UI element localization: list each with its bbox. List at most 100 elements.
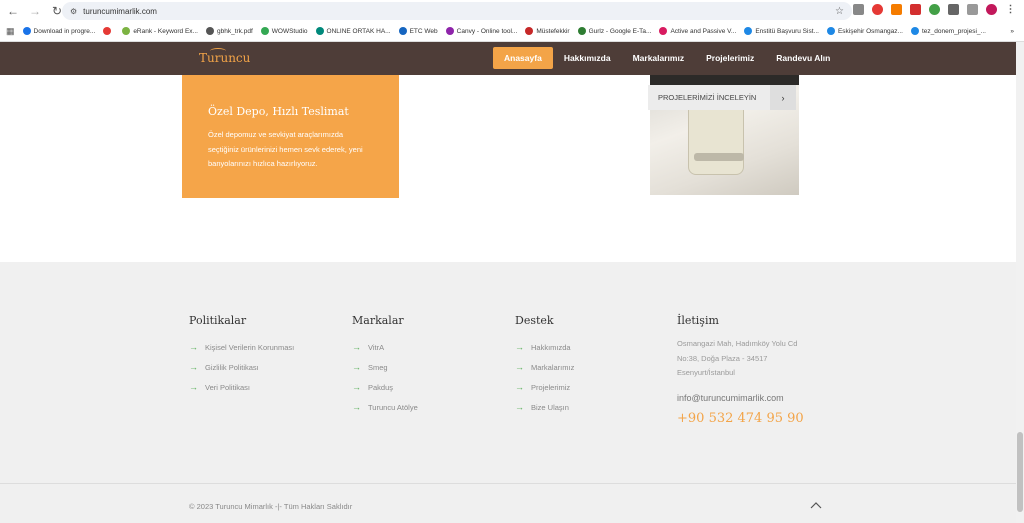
arrow-right-icon: → [515,382,524,392]
scrollbar-thumb[interactable] [1017,432,1023,512]
nav-item[interactable]: Randevu Alın [765,47,841,69]
address-line: Esenyurt/İstanbul [677,368,735,377]
profile-avatar[interactable] [986,4,997,15]
footer-link[interactable]: → Markalarımız [515,357,574,377]
bookmark-item[interactable] [103,27,114,35]
site-logo[interactable]: Turuncu [199,51,250,65]
feature-card: Özel Depo, Hızlı Teslimat Özel depomuz v… [182,75,399,198]
bookmark-favicon-icon [315,27,324,35]
footer-link[interactable]: → Projelerimiz [515,377,574,397]
footer-link-label: VitrA [368,342,385,352]
browser-chrome: ← → ↻ ⚙ turuncumimarlik.com ☆ ⋮ ▦ Downlo… [0,0,1024,42]
nav-item[interactable]: Hakkımızda [553,47,622,69]
bookmarks-more-icon[interactable]: » [1010,28,1024,35]
extension-icon[interactable] [872,4,883,15]
bookmark-favicon-icon [260,27,269,35]
bookmark-item[interactable]: ONLINE ORTAK HA... [315,27,391,35]
extensions-bar: ⋮ [853,4,1016,15]
bookmark-label: Canvy - Online tool... [456,27,518,35]
footer-link-label: Veri Politikası [205,382,251,392]
puzzle-icon[interactable] [948,4,959,15]
bookmark-favicon-icon [103,27,112,35]
page-scrollbar[interactable] [1016,42,1024,523]
bookmarks-bar: ▦ Download in progre... eRank - Keyword E… [0,22,1024,40]
footer-link[interactable]: → VitrA [352,337,418,357]
contact-phone[interactable]: +90 532 474 95 90 [677,411,804,426]
address-line: No:38, Doğa Plaza - 34517 [677,353,768,363]
bookmark-label: Download in progre... [33,27,96,35]
extension-icon[interactable] [853,4,864,15]
footer-link[interactable]: → Pakduş [352,377,418,397]
bookmark-item[interactable]: ETC Web [398,27,438,35]
bookmark-favicon-icon [205,27,214,35]
contact-email[interactable]: info@turuncumimarlik.com [677,393,804,403]
nav-item[interactable]: Markalarımız [622,47,696,69]
url-text: turuncumimarlik.com [83,6,157,16]
apps-grid-icon[interactable]: ▦ [6,26,15,37]
forward-icon[interactable]: → [28,4,42,18]
footer-link[interactable]: → Hakkımızda [515,337,574,357]
arrow-right-icon: → [352,362,361,372]
bookmark-favicon-icon [22,27,31,35]
bookmark-favicon-icon [525,27,534,35]
footer-link[interactable]: → Smeg [352,357,418,377]
footer-link[interactable]: → Kişisel Verilerin Korunması [189,337,294,357]
footer-column: Politikalar → Kişisel Verilerin Korunması →… [189,314,294,397]
footer-link-label: Smeg [368,362,388,372]
contact-address: Osmangazi Mah, Hadımköy Yolu Cd No:38, Do… [677,337,804,381]
back-icon[interactable]: ← [6,4,20,18]
bookmark-item[interactable]: WOWStudio [260,27,308,35]
bookmark-item[interactable]: Müstefekkir [525,27,570,35]
projects-button-label: PROJELERİMİZİ İNCELEYİN [658,93,757,102]
address-bar[interactable]: ⚙ turuncumimarlik.com ☆ [62,2,852,20]
footer-link-label: Projelerimiz [531,382,571,392]
star-icon[interactable]: ☆ [835,6,844,17]
arrow-right-icon: → [515,402,524,412]
bookmark-item[interactable]: Active and Passive V... [659,27,736,35]
bookmark-label: Gurlz - Google E-Ta... [588,27,652,35]
site-header: Turuncu Anasayfa Hakkımızda Markalarımız Pr… [0,42,1024,75]
footer-column-title: Markalar [352,314,404,327]
arrow-right-icon: → [515,342,524,352]
footer-link-label: Pakduş [368,382,394,392]
footer-column: Markalar → VitrA → Smeg → Pakduş → Turuncu Atöly… [352,314,418,417]
bookmark-favicon-icon [744,27,753,35]
bookmark-label: WOWStudio [271,27,308,35]
footer-link[interactable]: → Turuncu Atölye [352,397,418,417]
footer-link-label: Turuncu Atölye [368,402,418,412]
arrow-right-icon: → [352,342,361,352]
bookmark-item[interactable]: Enstitü Başvuru Sist... [744,27,819,35]
arrow-right-icon: → [189,382,198,392]
extension-icon[interactable] [891,4,902,15]
arrow-right-icon: → [352,382,361,392]
bookmark-item[interactable]: Eskişehir Osmangaz... [826,27,903,35]
address-line: Osmangazi Mah, Hadımköy Yolu Cd [677,339,798,348]
nav-item[interactable]: Projelerimiz [695,47,765,69]
nav-item[interactable]: Anasayfa [493,47,553,69]
bookmark-label: eRank - Keyword Ex... [133,27,198,35]
bookmark-item[interactable]: eRank - Keyword Ex... [122,27,198,35]
footer-column-title: Politikalar [189,314,247,327]
arrow-right-icon: → [189,362,198,372]
bookmark-favicon-icon [659,27,668,35]
scroll-top-icon[interactable] [810,500,822,512]
footer-link[interactable]: → Veri Politikası [189,377,294,397]
site-info-icon[interactable]: ⚙ [70,7,77,16]
bookmark-item[interactable]: tez_donem_projesi_... [910,27,986,35]
bookmark-item[interactable]: Canvy - Online tool... [445,27,518,35]
bookmark-item[interactable]: gbhk_trk.pdf [205,27,253,35]
extension-icon[interactable] [929,4,940,15]
chevron-right-icon: › [770,85,796,110]
bookmark-label: Eskişehir Osmangaz... [837,27,903,35]
menu-icon[interactable]: ⋮ [1005,4,1016,15]
footer-link[interactable]: → Gizlilik Politikası [189,357,294,377]
projects-button[interactable]: PROJELERİMİZİ İNCELEYİN › [648,85,796,110]
feature-card-title: Özel Depo, Hızlı Teslimat [208,105,349,118]
extension-icon[interactable] [910,4,921,15]
sidebar-icon[interactable] [967,4,978,15]
footer-link[interactable]: → Bize Ulaşın [515,397,574,417]
bookmark-item[interactable]: Download in progre... [22,27,96,35]
footer-divider [0,483,1016,484]
bookmark-item[interactable]: Gurlz - Google E-Ta... [577,27,652,35]
contact-column: İletişim Osmangazi Mah, Hadımköy Yolu Cd… [677,314,804,426]
